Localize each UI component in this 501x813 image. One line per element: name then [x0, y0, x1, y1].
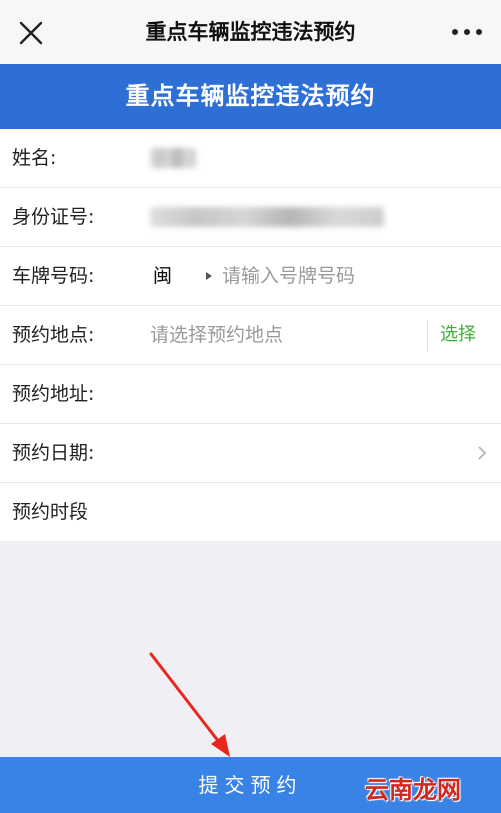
address-label: 预约地址:: [12, 383, 95, 405]
id-label: 身份证号:: [12, 206, 95, 228]
watermark-logo: 云南龙网: [365, 776, 461, 804]
page-title: 重点车辆监控违法预约: [145, 20, 356, 44]
plate-number-input[interactable]: [222, 261, 482, 291]
close-icon[interactable]: [18, 20, 44, 46]
plate-label: 车牌号码:: [12, 265, 95, 287]
name-label: 姓名:: [12, 147, 57, 169]
divider: [427, 320, 428, 352]
more-icon[interactable]: [449, 22, 485, 42]
title-bar: 重点车辆监控违法预约: [0, 0, 501, 65]
location-label: 预约地点:: [12, 324, 95, 346]
time-slot-row[interactable]: 预约时段: [0, 483, 501, 541]
date-row[interactable]: 预约日期:: [0, 424, 501, 483]
plate-province-select[interactable]: 闽: [153, 247, 172, 305]
choose-location-button[interactable]: 选择: [440, 306, 476, 364]
reservation-form: 姓名: 身份证号: 车牌号码: 闽 预约地点: 选择 预约地址: 预约日期: 预…: [0, 129, 501, 541]
caret-right-icon: [206, 272, 212, 280]
id-value-redacted: [150, 207, 384, 227]
address-row[interactable]: 预约地址:: [0, 365, 501, 424]
id-row: 身份证号:: [0, 188, 501, 247]
date-label: 预约日期:: [12, 442, 95, 464]
chevron-right-icon: [478, 446, 487, 460]
name-row: 姓名:: [0, 129, 501, 188]
plate-row: 车牌号码: 闽: [0, 247, 501, 306]
time-slot-label: 预约时段: [12, 501, 89, 523]
header-banner: 重点车辆监控违法预约: [0, 64, 501, 129]
name-value-redacted: [150, 148, 196, 168]
location-row: 预约地点: 选择: [0, 306, 501, 365]
location-input[interactable]: [150, 320, 410, 350]
